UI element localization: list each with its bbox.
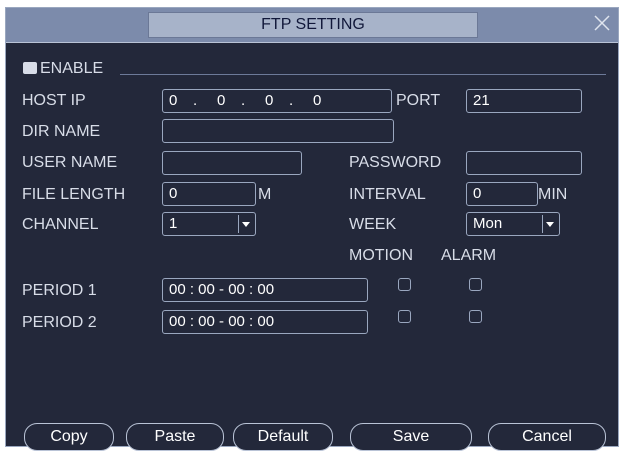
period1-label: PERIOD 1 xyxy=(22,282,97,299)
channel-value: 1 xyxy=(169,215,178,232)
paste-button[interactable]: Paste xyxy=(126,423,224,451)
ip-octet: 0 xyxy=(169,92,178,109)
user-name-label: USER NAME xyxy=(22,154,118,171)
save-button[interactable]: Save xyxy=(350,423,472,451)
ip-separator: . xyxy=(193,92,198,109)
interval-input[interactable]: 0 xyxy=(466,182,538,206)
week-label: WEEK xyxy=(349,216,397,233)
channel-dropdown[interactable]: 1 xyxy=(162,212,256,236)
password-input[interactable] xyxy=(466,151,582,175)
file-length-unit: M xyxy=(258,186,272,203)
chevron-down-icon[interactable] xyxy=(238,215,253,233)
period1-time-input[interactable]: 00 : 00 - 00 : 00 xyxy=(162,278,368,302)
user-name-input[interactable] xyxy=(162,151,302,175)
port-label: PORT xyxy=(396,92,441,109)
ip-octet: 0 xyxy=(217,92,226,109)
host-ip-input[interactable]: 0. 0. 0. 0 xyxy=(162,89,392,113)
period2-label: PERIOD 2 xyxy=(22,314,97,331)
alarm-label: ALARM xyxy=(441,247,497,264)
host-ip-label: HOST IP xyxy=(22,92,86,109)
period2-motion-checkbox[interactable] xyxy=(398,310,411,323)
cancel-button[interactable]: Cancel xyxy=(488,423,606,451)
port-input[interactable]: 21 xyxy=(466,89,582,113)
enable-divider xyxy=(120,74,606,75)
copy-button[interactable]: Copy xyxy=(24,423,114,451)
close-icon[interactable] xyxy=(592,13,612,33)
motion-label: MOTION xyxy=(349,247,413,264)
default-button[interactable]: Default xyxy=(233,423,333,451)
title-bar: FTP SETTING xyxy=(6,8,618,43)
enable-label: ENABLE xyxy=(40,60,104,77)
file-length-label: FILE LENGTH xyxy=(22,186,126,203)
interval-unit: MIN xyxy=(538,186,568,203)
interval-label: INTERVAL xyxy=(349,186,426,203)
period2-time-input[interactable]: 00 : 00 - 00 : 00 xyxy=(162,310,368,334)
period2-alarm-checkbox[interactable] xyxy=(469,310,482,323)
week-value: Mon xyxy=(473,215,503,232)
chevron-down-icon[interactable] xyxy=(542,215,557,233)
window-title: FTP SETTING xyxy=(148,12,478,38)
ip-separator: . xyxy=(289,92,294,109)
ip-octet: 0 xyxy=(265,92,274,109)
channel-label: CHANNEL xyxy=(22,216,99,233)
dir-name-label: DIR NAME xyxy=(22,123,101,140)
period1-motion-checkbox[interactable] xyxy=(398,278,411,291)
ip-octet: 0 xyxy=(313,92,322,109)
week-dropdown[interactable]: Mon xyxy=(466,212,560,236)
enable-checkbox[interactable] xyxy=(23,62,37,74)
dir-name-input[interactable] xyxy=(162,119,394,143)
password-label: PASSWORD xyxy=(349,154,442,171)
file-length-input[interactable]: 0 xyxy=(162,182,256,206)
ip-separator: . xyxy=(241,92,246,109)
period1-alarm-checkbox[interactable] xyxy=(469,278,482,291)
